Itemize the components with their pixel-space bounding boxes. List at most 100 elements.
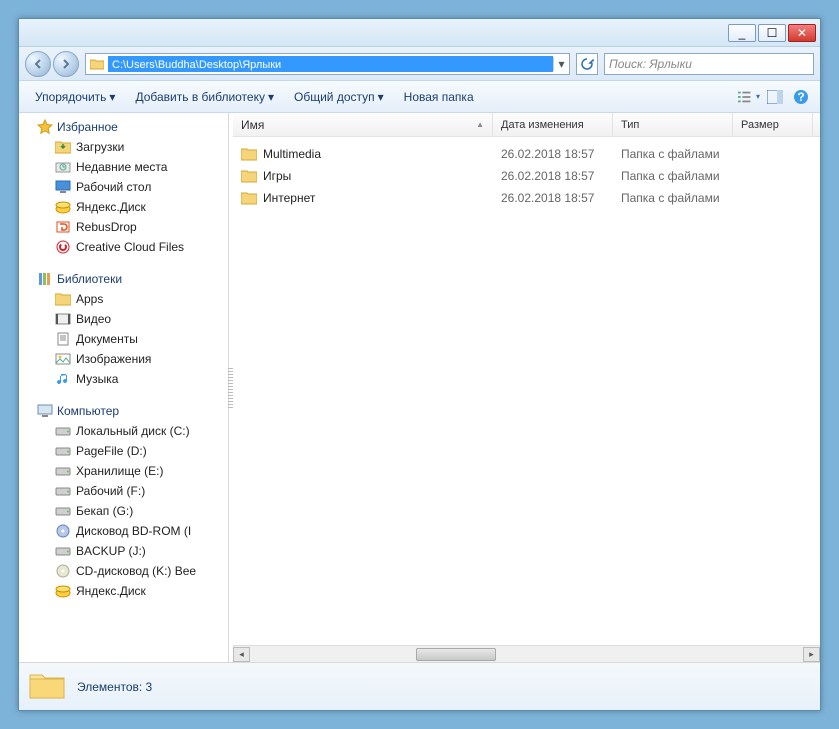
nav-item[interactable]: CD-дисковод (K:) Bee	[19, 561, 228, 581]
help-button[interactable]: ?	[790, 86, 812, 108]
view-options-button[interactable]: ▾	[738, 86, 760, 108]
file-type: Папка с файлами	[613, 191, 733, 205]
help-icon: ?	[793, 89, 809, 105]
nav-item[interactable]: Документы	[19, 329, 228, 349]
address-path[interactable]: C:\Users\Buddha\Desktop\Ярлыки	[108, 56, 553, 72]
nav-item-label: Рабочий (F:)	[76, 484, 145, 498]
yadisk-icon	[55, 199, 71, 215]
nav-item[interactable]: PageFile (D:)	[19, 441, 228, 461]
nav-item[interactable]: Apps	[19, 289, 228, 309]
nav-item-label: Изображения	[76, 352, 151, 366]
h-scrollbar[interactable]: ◂ ▸	[233, 645, 820, 662]
folder-icon	[55, 291, 71, 307]
music-icon	[55, 371, 71, 387]
nav-item[interactable]: Рабочий стол	[19, 177, 228, 197]
nav-item[interactable]: Видео	[19, 309, 228, 329]
file-row[interactable]: Multimedia 26.02.2018 18:57 Папка с файл…	[233, 143, 820, 165]
nav-pane[interactable]: Избранное Загрузки Недавние места Рабочи…	[19, 113, 229, 662]
folder-icon	[88, 55, 106, 73]
file-row[interactable]: Игры 26.02.2018 18:57 Папка с файлами	[233, 165, 820, 187]
nav-item[interactable]: Недавние места	[19, 157, 228, 177]
nav-item[interactable]: BACKUP (J:)	[19, 541, 228, 561]
search-input[interactable]: Поиск: Ярлыки	[604, 53, 814, 75]
nav-item[interactable]: Creative Cloud Files	[19, 237, 228, 257]
refresh-button[interactable]	[576, 53, 598, 75]
col-name[interactable]: Имя▲	[233, 113, 493, 136]
add-library-button[interactable]: Добавить в библиотеку ▾	[127, 87, 282, 107]
file-date: 26.02.2018 18:57	[493, 191, 613, 205]
nav-item[interactable]: Музыка	[19, 369, 228, 389]
scroll-left-button[interactable]: ◂	[233, 647, 250, 662]
nav-item-label: Apps	[76, 292, 103, 306]
file-name: Интернет	[263, 191, 315, 205]
video-icon	[55, 311, 71, 327]
nav-group-label: Избранное	[57, 120, 118, 134]
star-icon	[37, 119, 53, 135]
cd-icon	[55, 563, 71, 579]
yadisk-icon	[55, 583, 71, 599]
download-icon	[55, 139, 71, 155]
hdd-icon	[55, 463, 71, 479]
lib-icon	[37, 271, 53, 287]
file-date: 26.02.2018 18:57	[493, 147, 613, 161]
address-dropdown[interactable]: ▾	[553, 57, 569, 71]
col-date[interactable]: Дата изменения	[493, 113, 613, 136]
close-button[interactable]: ✕	[788, 24, 816, 42]
col-size[interactable]: Размер	[733, 113, 813, 136]
nav-item[interactable]: Рабочий (F:)	[19, 481, 228, 501]
address-bar[interactable]: C:\Users\Buddha\Desktop\Ярлыки ▾	[85, 53, 570, 75]
nav-item-label: Дисковод BD-ROM (I	[76, 524, 191, 538]
col-type[interactable]: Тип	[613, 113, 733, 136]
hdd-icon	[55, 503, 71, 519]
nav-item-label: Рабочий стол	[76, 180, 151, 194]
minimize-button[interactable]: _	[728, 24, 756, 42]
nav-item-label: Недавние места	[76, 160, 167, 174]
maximize-button[interactable]: ☐	[758, 24, 786, 42]
desktop-icon	[55, 179, 71, 195]
nav-group-header[interactable]: Библиотеки	[19, 269, 228, 289]
ccloud-icon	[55, 239, 71, 255]
nav-item[interactable]: Яндекс.Диск	[19, 581, 228, 601]
organize-button[interactable]: Упорядочить ▾	[27, 87, 123, 107]
folder-icon	[241, 190, 257, 206]
nav-item[interactable]: RebusDrop	[19, 217, 228, 237]
chevron-down-icon: ▾	[109, 90, 115, 104]
svg-text:?: ?	[797, 90, 804, 104]
file-list[interactable]: Multimedia 26.02.2018 18:57 Папка с файл…	[233, 137, 820, 645]
arrow-left-icon	[32, 58, 44, 70]
folder-icon	[241, 168, 257, 184]
nav-item-label: CD-дисковод (K:) Bee	[76, 564, 196, 578]
share-button[interactable]: Общий доступ ▾	[286, 87, 392, 107]
preview-pane-button[interactable]	[764, 86, 786, 108]
nav-item[interactable]: Локальный диск (C:)	[19, 421, 228, 441]
nav-item-label: Яндекс.Диск	[76, 584, 146, 598]
forward-button[interactable]	[53, 51, 79, 77]
chevron-down-icon: ▾	[268, 90, 274, 104]
new-folder-button[interactable]: Новая папка	[396, 87, 482, 107]
docs-icon	[55, 331, 71, 347]
nav-item[interactable]: Хранилище (E:)	[19, 461, 228, 481]
pc-icon	[37, 403, 53, 419]
pane-icon	[767, 90, 783, 104]
nav-item-label: Хранилище (E:)	[76, 464, 163, 478]
nav-item-label: RebusDrop	[76, 220, 137, 234]
file-row[interactable]: Интернет 26.02.2018 18:57 Папка с файлам…	[233, 187, 820, 209]
view-icon	[738, 90, 754, 104]
nav-item[interactable]: Изображения	[19, 349, 228, 369]
nav-item[interactable]: Бекап (G:)	[19, 501, 228, 521]
nav-item-label: Музыка	[76, 372, 118, 386]
back-button[interactable]	[25, 51, 51, 77]
nav-group-header[interactable]: Избранное	[19, 117, 228, 137]
file-type: Папка с файлами	[613, 169, 733, 183]
hdd-icon	[55, 543, 71, 559]
scroll-right-button[interactable]: ▸	[803, 647, 820, 662]
status-text: Элементов: 3	[77, 680, 152, 694]
nav-group-header[interactable]: Компьютер	[19, 401, 228, 421]
nav-item[interactable]: Дисковод BD-ROM (I	[19, 521, 228, 541]
nav-item[interactable]: Яндекс.Диск	[19, 197, 228, 217]
scroll-thumb[interactable]	[416, 648, 496, 661]
nav-item-label: Creative Cloud Files	[76, 240, 184, 254]
nav-group-label: Библиотеки	[57, 272, 122, 286]
nav-item[interactable]: Загрузки	[19, 137, 228, 157]
splitter[interactable]	[229, 113, 233, 662]
